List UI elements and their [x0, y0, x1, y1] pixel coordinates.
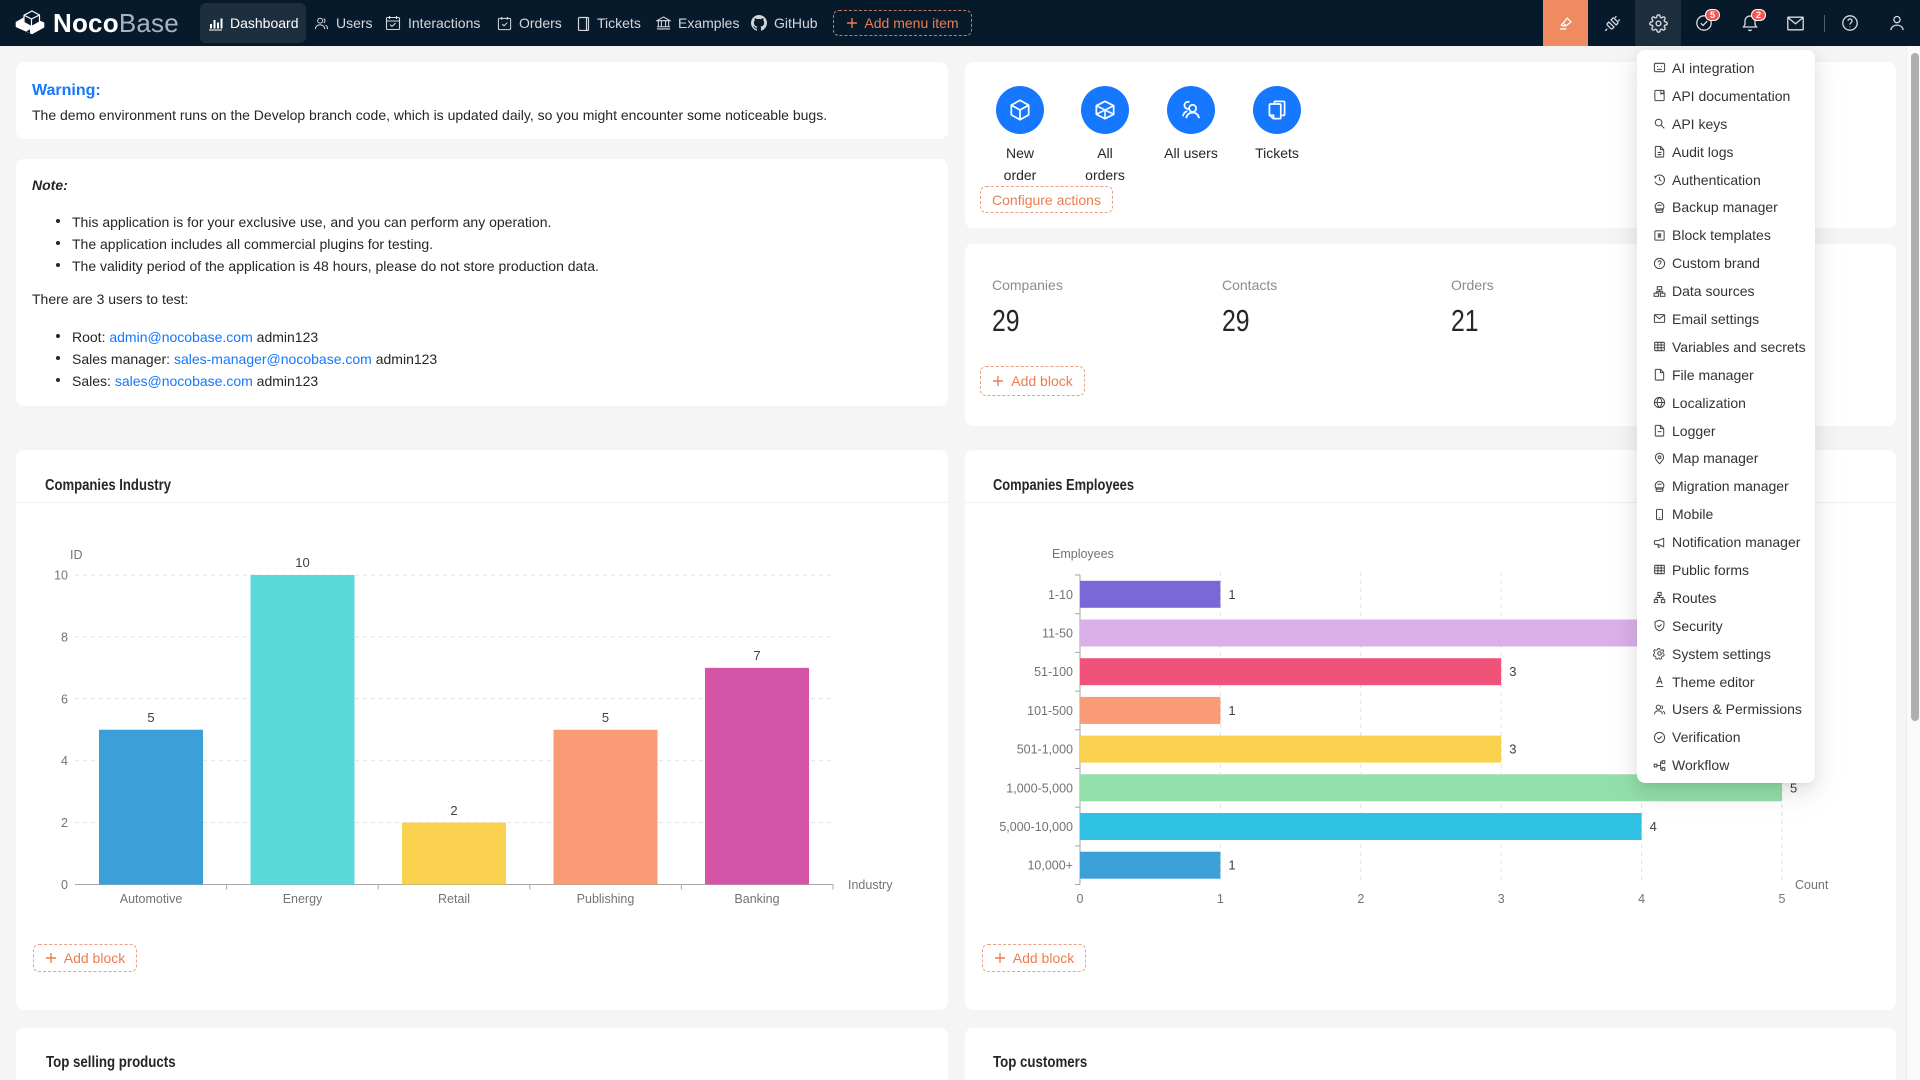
svg-text:1: 1	[1228, 703, 1235, 718]
svg-text:4: 4	[1638, 892, 1645, 906]
svg-text:101-500: 101-500	[1027, 704, 1073, 718]
svg-text:Companies Industry: Companies Industry	[45, 477, 171, 494]
svg-text:Publishing: Publishing	[577, 892, 635, 906]
svg-text:Companies Employees: Companies Employees	[993, 477, 1134, 494]
svg-text:11-50: 11-50	[1042, 627, 1073, 641]
svg-text:501-1,000: 501-1,000	[1017, 743, 1073, 757]
svg-text:2: 2	[61, 816, 68, 830]
svg-text:1: 1	[1228, 858, 1235, 873]
svg-text:8: 8	[61, 630, 68, 644]
svg-text:Energy: Energy	[283, 892, 323, 906]
svg-text:7: 7	[753, 648, 760, 663]
svg-text:10: 10	[295, 555, 309, 570]
svg-text:Industry: Industry	[848, 878, 893, 892]
svg-text:2: 2	[450, 803, 457, 818]
svg-text:0: 0	[61, 878, 68, 892]
svg-text:3: 3	[1509, 742, 1516, 757]
svg-text:10,000+: 10,000+	[1027, 859, 1073, 873]
svg-text:6: 6	[61, 692, 68, 706]
svg-text:0: 0	[1077, 892, 1084, 906]
svg-text:Count: Count	[1795, 878, 1829, 892]
svg-text:Banking: Banking	[734, 892, 779, 906]
svg-text:5: 5	[602, 710, 609, 725]
svg-text:1: 1	[1217, 892, 1224, 906]
svg-text:Retail: Retail	[438, 892, 470, 906]
svg-text:10: 10	[54, 569, 68, 583]
svg-text:ID: ID	[70, 548, 83, 562]
svg-text:3: 3	[1509, 664, 1516, 679]
svg-text:3: 3	[1498, 892, 1505, 906]
svg-text:1-10: 1-10	[1048, 588, 1073, 602]
svg-text:51-100: 51-100	[1034, 665, 1073, 679]
svg-text:1: 1	[1228, 587, 1235, 602]
svg-text:4: 4	[1650, 819, 1657, 834]
svg-text:5: 5	[1779, 892, 1786, 906]
svg-text:Automotive: Automotive	[120, 892, 183, 906]
svg-text:5,000-10,000: 5,000-10,000	[999, 820, 1073, 834]
svg-text:1,000-5,000: 1,000-5,000	[1006, 781, 1073, 795]
svg-text:4: 4	[61, 754, 68, 768]
svg-text:2: 2	[1357, 892, 1364, 906]
svg-text:Employees: Employees	[1052, 547, 1114, 561]
svg-text:5: 5	[147, 710, 154, 725]
